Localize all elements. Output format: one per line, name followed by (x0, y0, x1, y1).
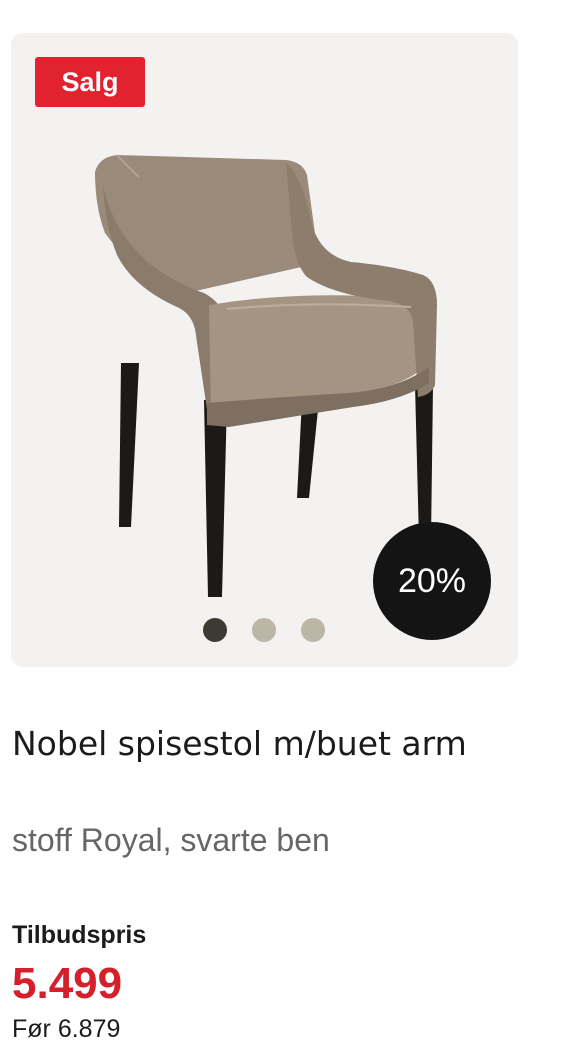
chair-back-left-leg (119, 363, 139, 527)
product-title[interactable]: Nobel spisestol m/buet arm (12, 718, 532, 770)
chair-backrest (95, 155, 319, 298)
product-card[interactable]: Salg 20% (11, 33, 518, 667)
offer-price: 5.499 (12, 959, 123, 1008)
carousel-dot-2[interactable] (252, 618, 276, 642)
carousel-dot-3[interactable] (301, 618, 325, 642)
offer-price-label: Tilbudspris (12, 921, 147, 949)
sale-badge: Salg (35, 57, 145, 107)
product-subtitle: stoff Royal, svarte ben (12, 822, 330, 858)
chair-front-right-leg (415, 385, 433, 540)
before-price: Før 6.879 (12, 1015, 121, 1043)
image-carousel-dots (203, 618, 325, 642)
discount-badge: 20% (373, 522, 491, 640)
carousel-dot-1[interactable] (203, 618, 227, 642)
chair-front-left-leg (204, 400, 227, 597)
